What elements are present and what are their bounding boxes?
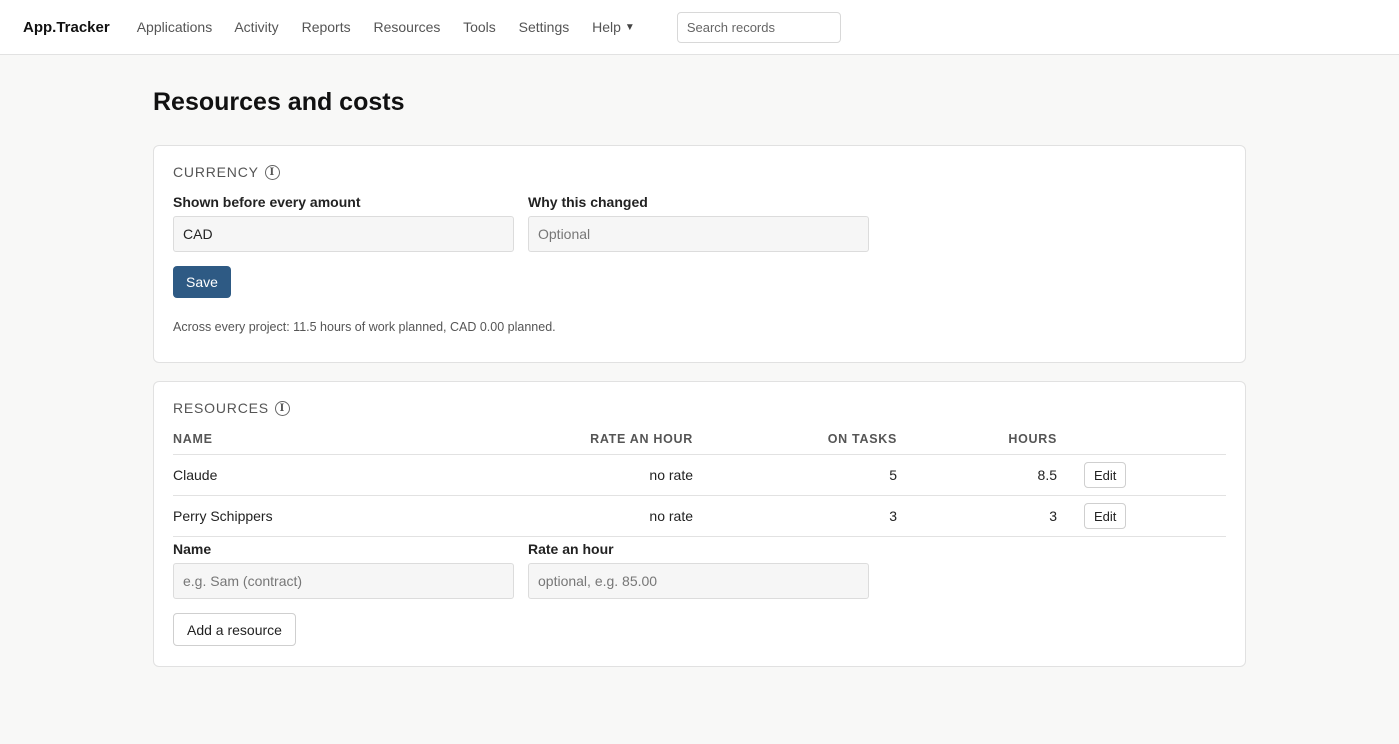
nav-help-label: Help (592, 19, 621, 35)
nav-resources[interactable]: Resources (374, 19, 441, 35)
top-navbar: App.Tracker Applications Activity Report… (0, 0, 1399, 55)
currency-symbol-field: Shown before every amount (173, 194, 514, 252)
currency-symbol-label: Shown before every amount (173, 194, 361, 210)
edit-button[interactable]: Edit (1084, 462, 1127, 488)
resource-rate-label: Rate an hour (528, 541, 614, 557)
resource-tasks: 5 (693, 454, 897, 496)
col-header-tasks: ON TASKS (693, 426, 897, 455)
resources-heading: RESOURCES i (173, 400, 1226, 416)
resource-rate: no rate (503, 495, 693, 537)
col-header-name: NAME (173, 426, 503, 455)
currency-heading-label: CURRENCY (173, 164, 259, 180)
resource-tasks: 3 (693, 495, 897, 537)
search-input[interactable] (676, 11, 841, 43)
nav-help-menu[interactable]: Help ▼ (592, 19, 635, 35)
resource-name: Perry Schippers (173, 495, 503, 537)
resource-rate: no rate (503, 454, 693, 496)
resource-actions: Edit (1057, 454, 1226, 496)
main-content: Resources and costs CURRENCY i Shown bef… (153, 55, 1246, 667)
chevron-down-icon: ▼ (624, 21, 635, 33)
info-icon[interactable]: i (264, 164, 280, 180)
table-row: Claude no rate 5 8.5 Edit (173, 454, 1226, 496)
resource-name-label: Name (173, 541, 212, 557)
nav-applications[interactable]: Applications (137, 19, 213, 35)
planned-summary: Across every project: 11.5 hours of work… (173, 320, 556, 334)
currency-fields: Shown before every amount Why this chang… (173, 194, 1226, 252)
add-resource-button[interactable]: Add a resource (173, 613, 296, 646)
resource-rate-input[interactable] (528, 563, 869, 599)
currency-card: CURRENCY i Shown before every amount Why… (153, 145, 1246, 363)
main-nav: Applications Activity Reports Resources … (137, 19, 677, 35)
resources-card: RESOURCES i NAME RATE AN HOUR ON TASKS H… (153, 381, 1246, 667)
col-header-actions (1057, 426, 1226, 455)
page-title: Resources and costs (153, 88, 405, 116)
currency-symbol-input[interactable] (173, 216, 514, 252)
col-header-hours: HOURS (897, 426, 1057, 455)
resource-rate-field: Rate an hour (528, 541, 869, 599)
resource-name-field: Name (173, 541, 514, 599)
nav-reports[interactable]: Reports (302, 19, 351, 35)
col-header-rate: RATE AN HOUR (503, 426, 693, 455)
resources-heading-label: RESOURCES (173, 400, 269, 416)
table-header-row: NAME RATE AN HOUR ON TASKS HOURS (173, 426, 1226, 455)
save-button[interactable]: Save (173, 266, 231, 298)
change-reason-input[interactable] (528, 216, 869, 252)
resource-hours: 3 (897, 495, 1057, 537)
change-reason-field: Why this changed (528, 194, 869, 252)
resource-name: Claude (173, 454, 503, 496)
resource-hours: 8.5 (897, 454, 1057, 496)
nav-tools[interactable]: Tools (463, 19, 496, 35)
edit-button[interactable]: Edit (1084, 503, 1127, 529)
resources-table: NAME RATE AN HOUR ON TASKS HOURS Claude … (173, 426, 1226, 537)
info-icon[interactable]: i (274, 400, 290, 416)
change-reason-label: Why this changed (528, 194, 648, 210)
nav-activity[interactable]: Activity (234, 19, 278, 35)
add-resource-fields: Name Rate an hour (173, 541, 1226, 599)
nav-settings[interactable]: Settings (519, 19, 570, 35)
resource-name-input[interactable] (173, 563, 514, 599)
currency-heading: CURRENCY i (173, 164, 1226, 180)
brand-logo[interactable]: App.Tracker (23, 19, 110, 36)
resource-actions: Edit (1057, 495, 1226, 537)
table-row: Perry Schippers no rate 3 3 Edit (173, 495, 1226, 537)
